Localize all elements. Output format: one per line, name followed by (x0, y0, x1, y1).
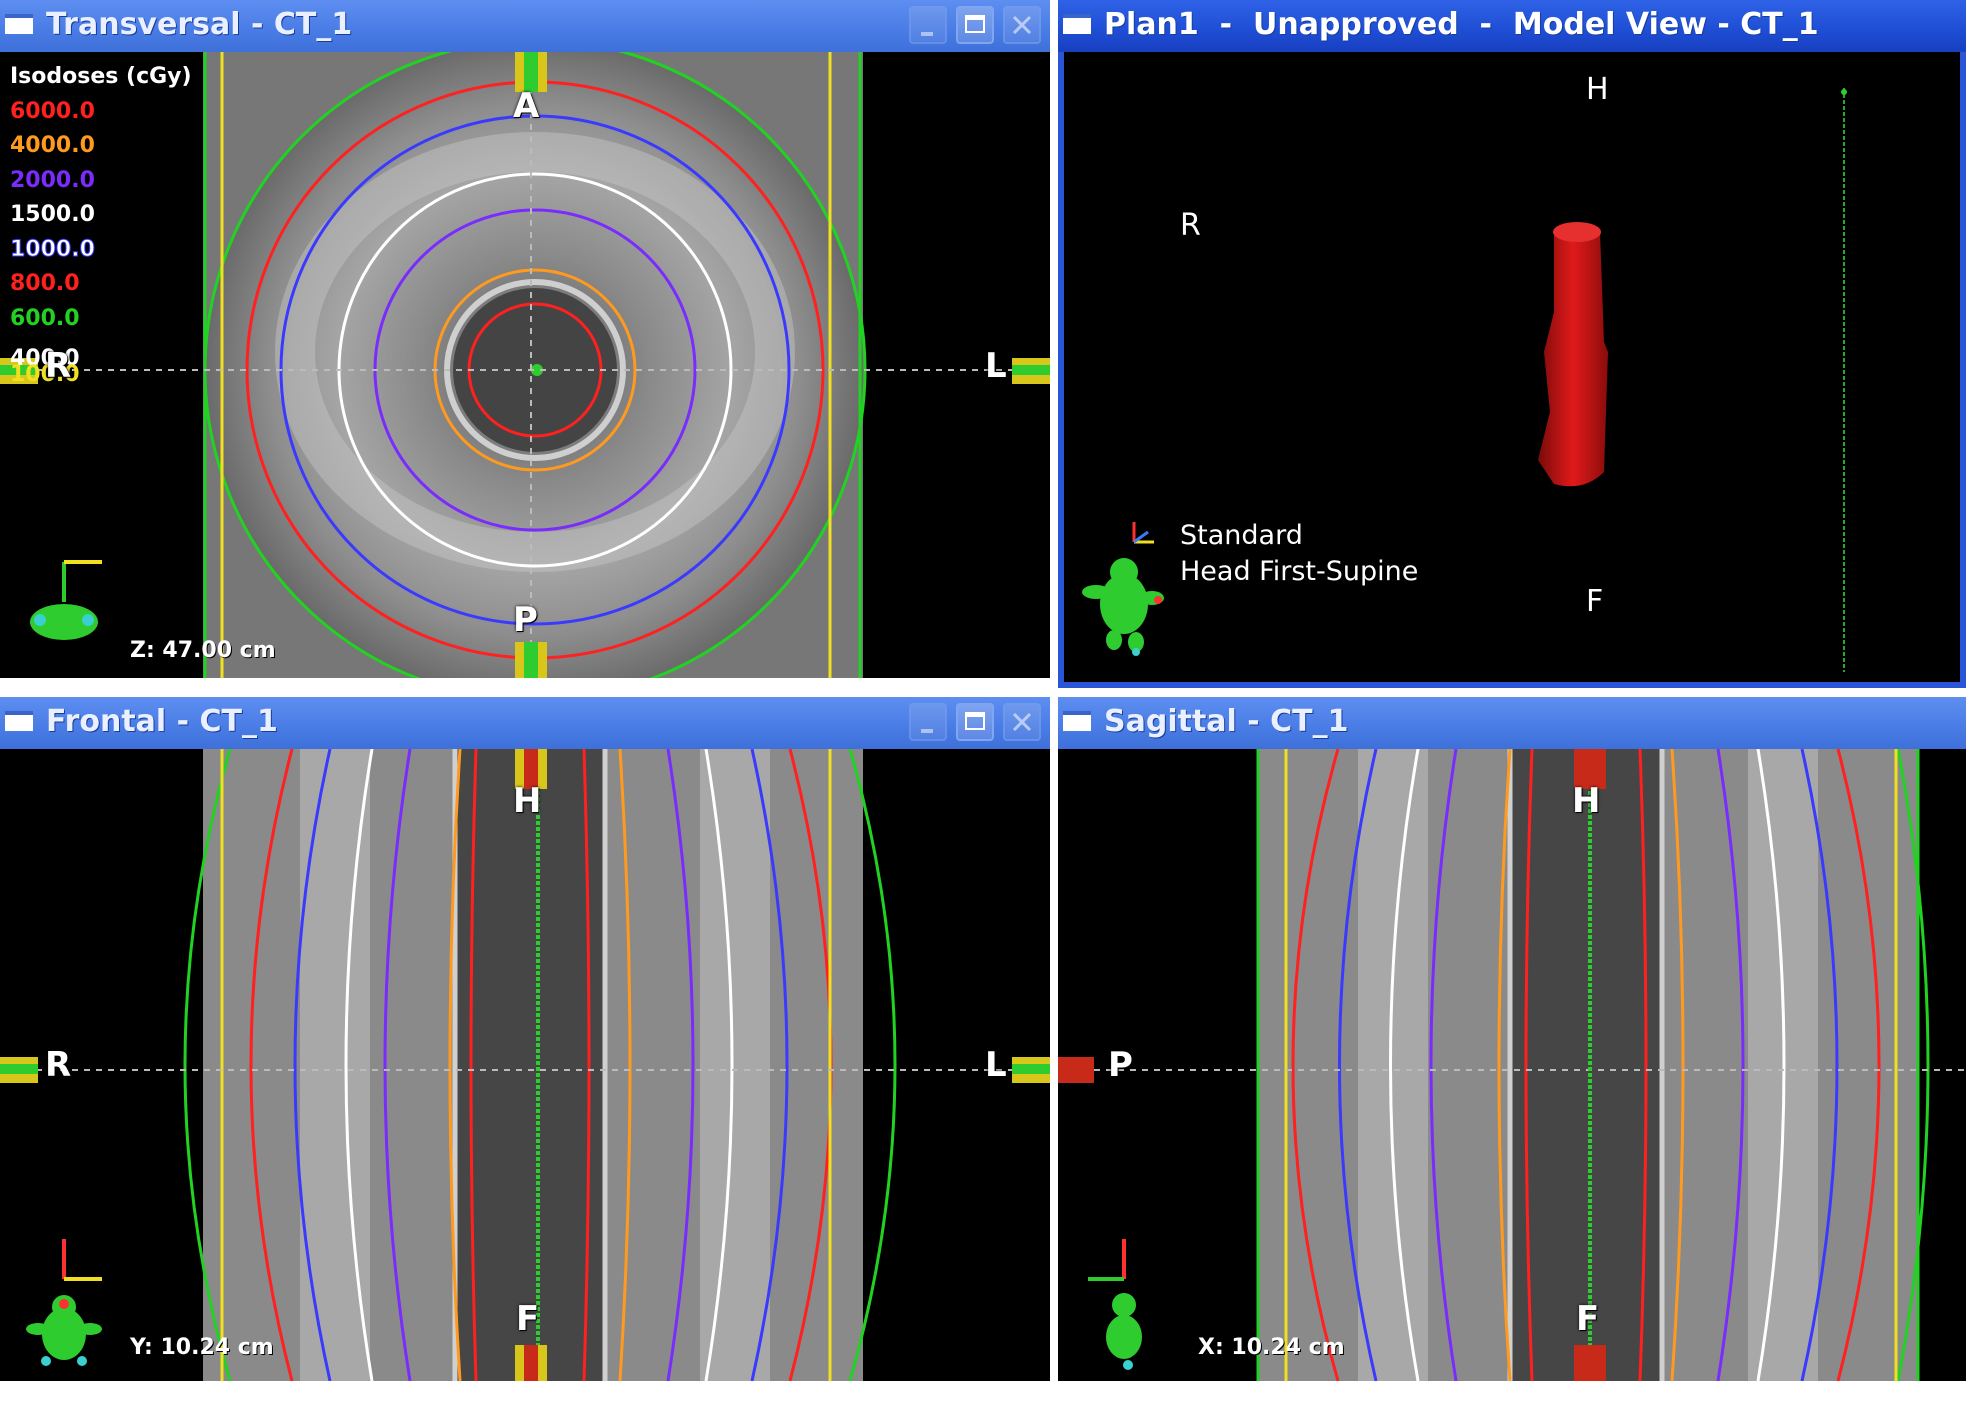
patient-setup-line: Standard (1180, 520, 1303, 551)
orientation-label-left: R (45, 346, 72, 386)
legend-item: 6000.0 (10, 98, 95, 124)
orientation-label-head: H (1586, 72, 1609, 107)
transversal-window[interactable]: Transversal - CT_1 Isodoses (cGy) 6000.0… (0, 0, 1050, 678)
maximize-button[interactable] (956, 703, 994, 741)
minimize-button[interactable] (909, 703, 947, 741)
slice-coordinate: Z: 47.00 cm (130, 638, 276, 663)
legend-item: 4000.0 (10, 133, 95, 158)
orientation-label-bottom: P (513, 600, 538, 640)
window-icon (5, 14, 33, 34)
model-view-window[interactable]: Plan1 - Unapproved - Model View - CT_1 H… (1058, 0, 1966, 688)
close-icon (1012, 712, 1032, 732)
patient-orientation-icon (26, 1239, 102, 1366)
window-title: Transversal - CT_1 (46, 7, 353, 42)
sagittal-image (1058, 749, 1966, 1381)
slice-coordinate: X: 10.24 cm (1198, 1335, 1345, 1360)
patient-orientation-icon (30, 560, 102, 640)
window-title: Frontal - CT_1 (46, 704, 278, 739)
legend-item: 800.0 (10, 271, 80, 296)
maximize-button[interactable] (956, 6, 994, 44)
orientation-label-left: R (45, 1045, 72, 1085)
patient-setup-line: Head First-Supine (1180, 556, 1419, 587)
sagittal-titlebar[interactable]: Sagittal - CT_1 (1058, 697, 1966, 749)
orientation-label-top: H (513, 781, 542, 821)
minimize-icon (921, 32, 933, 36)
sagittal-view[interactable]: H F P X: 10.24 cm (1058, 749, 1966, 1381)
model-view-titlebar[interactable]: Plan1 - Unapproved - Model View - CT_1 (1058, 0, 1966, 52)
patient-orientation-icon (1088, 1239, 1142, 1370)
window-icon (5, 711, 33, 731)
transversal-view[interactable]: Isodoses (cGy) 6000.0 4000.0 2000.0 1500… (0, 52, 1050, 678)
patient-setup-text: Standard Head First-Supine (1180, 518, 1418, 590)
close-button[interactable] (1003, 6, 1041, 44)
orientation-label-right: L (985, 346, 1007, 386)
legend-item: 1000.0 (10, 236, 96, 262)
close-button[interactable] (1003, 703, 1041, 741)
orientation-label-right: L (985, 1045, 1007, 1085)
legend-item: 2000.0 (10, 167, 95, 193)
window-icon (1063, 711, 1091, 731)
minimize-button[interactable] (909, 6, 947, 44)
patient-orientation-icon (1082, 558, 1164, 656)
isodose-legend: Isodoses (cGy) 6000.0 4000.0 2000.0 1500… (10, 60, 192, 393)
frontal-image (0, 749, 1050, 1381)
legend-header: Isodoses (cGy) (10, 64, 192, 89)
legend-item: 600.0 (10, 305, 80, 331)
transversal-titlebar[interactable]: Transversal - CT_1 (0, 0, 1050, 52)
window-title: Sagittal - CT_1 (1104, 704, 1349, 739)
sagittal-window[interactable]: Sagittal - CT_1 H F P X: 10.24 cm (1058, 697, 1966, 1381)
window-icon (1063, 14, 1091, 34)
legend-item: 100.0 (10, 362, 80, 387)
legend-item: 1500.0 (10, 202, 95, 227)
minimize-icon (921, 729, 933, 733)
slice-coordinate: Y: 10.24 cm (130, 1335, 274, 1360)
orientation-label-bottom: F (1576, 1299, 1600, 1339)
model-view[interactable]: H F R Standard Head First-Supine (1058, 52, 1966, 688)
orientation-label-top: A (513, 86, 540, 126)
frontal-view[interactable]: H F R L Y: 10.24 cm (0, 749, 1050, 1381)
orientation-label-bottom: F (516, 1299, 540, 1339)
axis-triad-icon (1132, 522, 1154, 544)
window-title: Plan1 - Unapproved - Model View - CT_1 (1104, 7, 1819, 42)
orientation-label-top: H (1572, 781, 1601, 821)
close-icon (1012, 15, 1032, 35)
maximize-icon (965, 712, 985, 730)
orientation-label-feet: F (1586, 584, 1604, 619)
frontal-titlebar[interactable]: Frontal - CT_1 (0, 697, 1050, 749)
maximize-icon (965, 15, 985, 33)
frontal-window[interactable]: Frontal - CT_1 H F R L Y: 10.24 cm (0, 697, 1050, 1381)
orientation-label-right: R (1180, 208, 1201, 243)
orientation-label-left: P (1108, 1045, 1133, 1085)
